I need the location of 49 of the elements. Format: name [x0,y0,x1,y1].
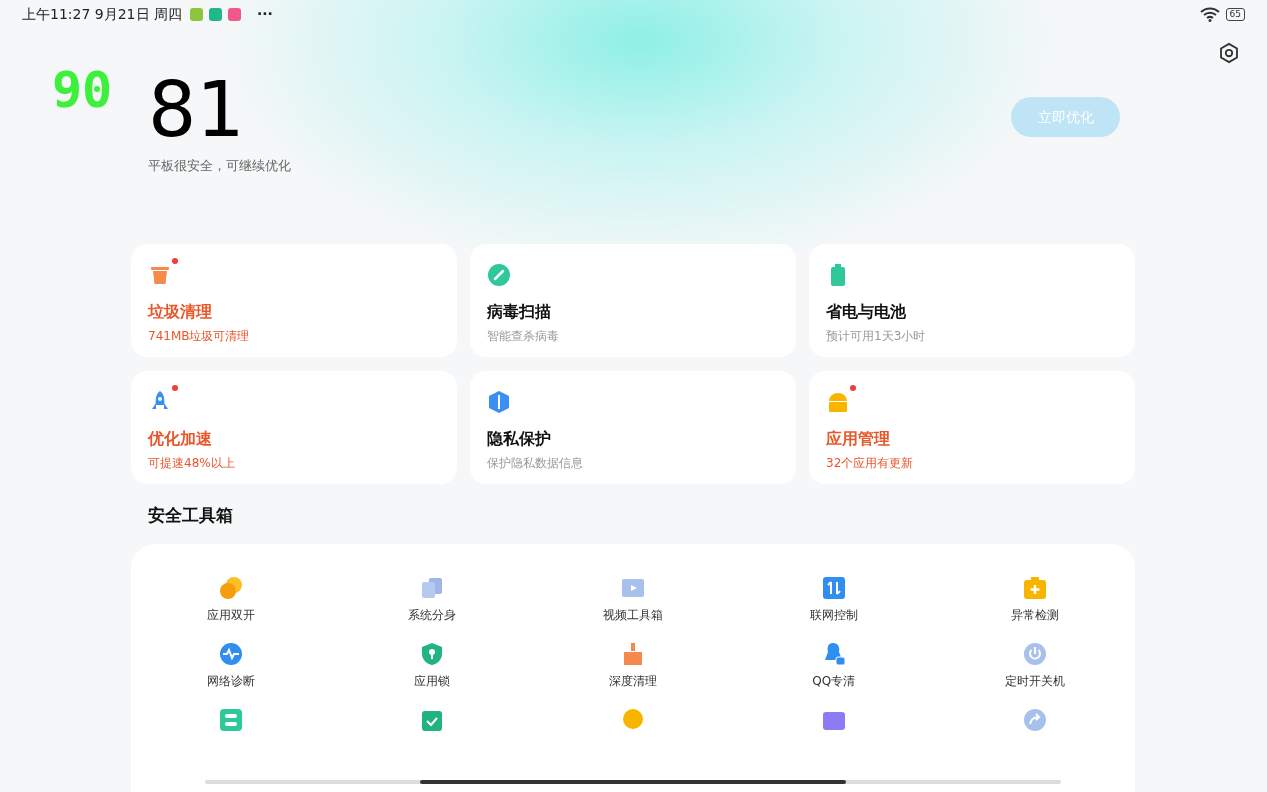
video-icon [621,576,645,600]
score-caption: 平板很安全，可继续优化 [148,157,291,175]
arrows-icon [821,576,846,600]
card-title: 病毒扫描 [487,300,552,323]
card-subtitle: 741MB垃圾可清理 [148,327,251,345]
app-icon [227,7,241,21]
security-score: 81 [148,70,246,150]
card-title: 隐私保护 [487,427,552,450]
card-subtitle: 32个应用有更新 [826,454,915,472]
card-title: 应用管理 [826,427,891,450]
feature-card[interactable]: 隐私保护 保护隐私数据信息 [470,370,796,484]
lock-shield-icon [420,642,445,666]
card-title: 优化加速 [148,427,213,450]
coins-icon [219,576,244,600]
settings-icon[interactable] [1218,42,1240,64]
card-subtitle: 预计可用1天3小时 [826,327,927,345]
wifi-icon [1199,6,1220,22]
pulse-icon [219,642,244,666]
clipboard-icon[interactable] [420,708,445,732]
card-title: 垃圾清理 [148,300,213,323]
fps-counter: 90 [52,66,114,121]
feature-card[interactable]: 应用管理 32个应用有更新 [809,370,1135,484]
more-notifications: ··· [256,4,273,24]
medkit-icon [1022,576,1047,600]
card-title: 省电与电池 [826,300,907,323]
toggle-icon[interactable] [219,708,244,732]
tool-item[interactable]: 网络诊断 [131,642,332,690]
tool-item[interactable]: 视频工具箱 [532,576,734,624]
card-subtitle: 智能查杀病毒 [487,327,560,345]
copy-icon [420,576,445,600]
feature-card[interactable]: 病毒扫描 智能查杀病毒 [470,243,796,357]
power-icon [1022,642,1047,666]
card-subtitle: 保护隐私数据信息 [487,454,584,472]
status-time: 上午11:27 9月21日 周四 [22,4,182,24]
tool-item[interactable]: 应用双开 [131,576,332,624]
feature-card[interactable]: 优化加速 可提速48%以上 [131,370,457,484]
tool-item[interactable]: 应用锁 [331,642,533,690]
tool-item[interactable]: 定时开关机 [934,642,1135,690]
section-title: 安全工具箱 [147,503,234,527]
tool-item[interactable]: 联网控制 [733,576,935,624]
card-subtitle: 可提速48%以上 [148,454,236,472]
share-icon[interactable] [1022,708,1047,732]
tool-item[interactable]: QQ专清 [733,642,935,690]
feature-card[interactable]: 省电与电池 预计可用1天3小时 [809,243,1135,357]
tool-item[interactable]: 异常检测 [934,576,1135,624]
battery-indicator: 65 [1225,7,1245,21]
tool-item[interactable]: 系统分身 [331,576,533,624]
feature-card[interactable]: 垃圾清理 741MB垃圾可清理 [131,243,457,357]
tool-item[interactable]: 深度清理 [532,642,734,690]
